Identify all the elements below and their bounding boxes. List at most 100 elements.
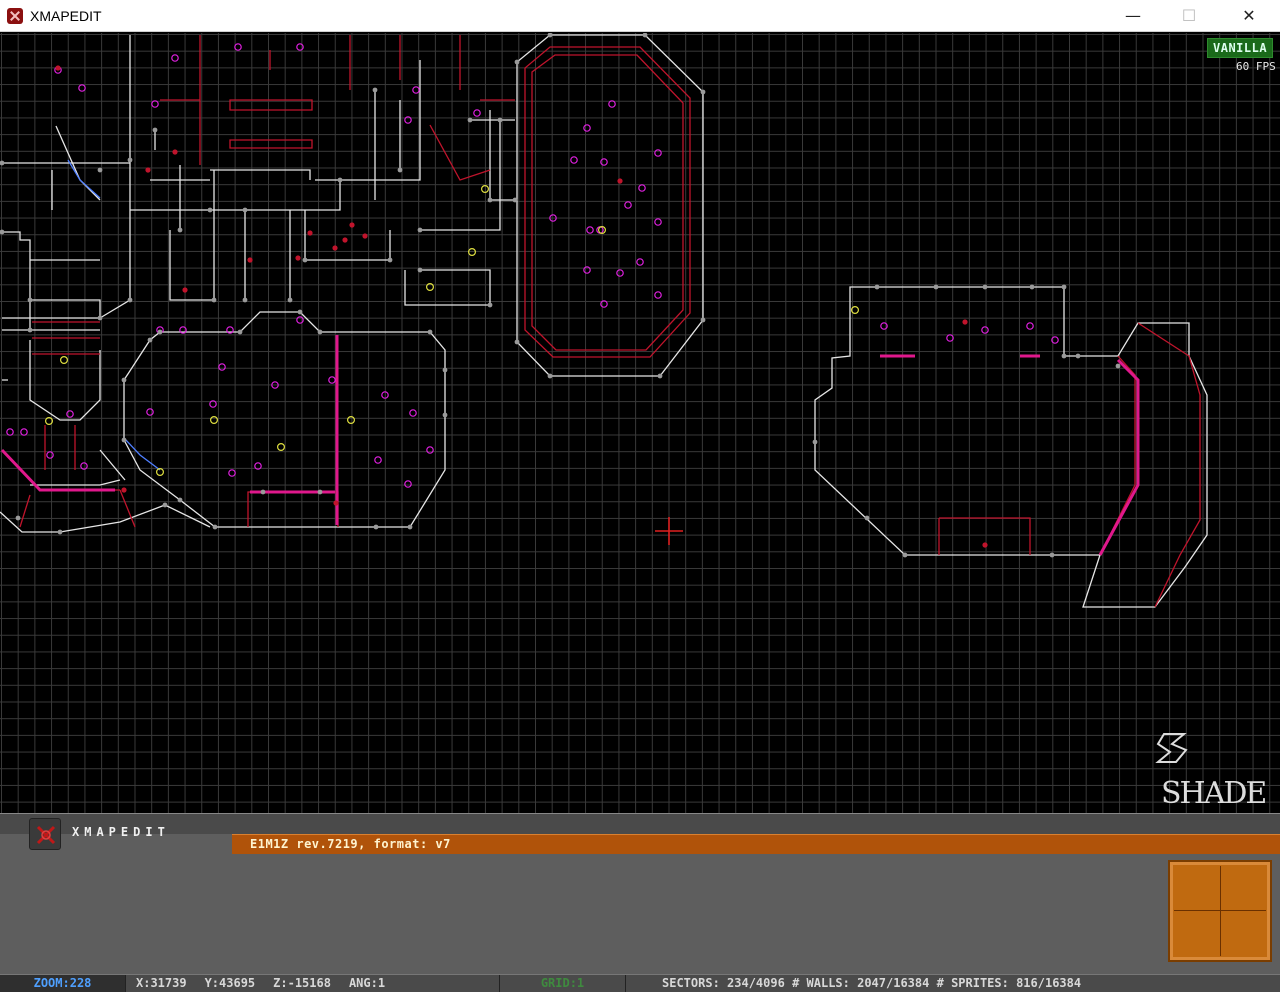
sprite-marker[interactable] (946, 334, 954, 342)
vertex-marker[interactable] (547, 373, 553, 379)
sprite-marker-yellow[interactable] (59, 356, 68, 365)
sprite-marker[interactable] (583, 266, 591, 274)
sprite-marker-red[interactable] (349, 222, 355, 228)
vertex-marker[interactable] (487, 197, 493, 203)
sprite-marker[interactable] (151, 100, 159, 108)
sprite-marker[interactable] (296, 43, 304, 51)
sprite-marker[interactable] (46, 451, 54, 459)
vertex-marker[interactable] (260, 489, 266, 495)
sprite-marker[interactable] (654, 149, 662, 157)
sprite-marker-red[interactable] (617, 178, 623, 184)
vertex-marker[interactable] (397, 167, 403, 173)
sprite-marker[interactable] (624, 201, 632, 209)
vertex-marker[interactable] (1029, 284, 1035, 290)
vertex-marker[interactable] (15, 515, 21, 521)
sprite-marker-red[interactable] (172, 149, 178, 155)
sprite-marker[interactable] (1051, 336, 1059, 344)
sprite-marker-red[interactable] (295, 255, 301, 261)
vertex-marker[interactable] (212, 524, 218, 530)
sprite-marker[interactable] (209, 400, 217, 408)
vertex-marker[interactable] (237, 329, 243, 335)
vertex-marker[interactable] (407, 524, 413, 530)
left-red-walls[interactable] (19, 35, 515, 528)
vertex-marker[interactable] (874, 284, 880, 290)
vertex-marker[interactable] (512, 197, 518, 203)
sprite-marker[interactable] (570, 156, 578, 164)
sprite-marker[interactable] (600, 158, 608, 166)
sprite-marker-red[interactable] (362, 233, 368, 239)
vertex-marker[interactable] (162, 502, 168, 508)
sprite-marker[interactable] (583, 124, 591, 132)
vertex-marker[interactable] (287, 297, 293, 303)
main-room-walls[interactable] (123, 311, 446, 528)
sprite-marker-red[interactable] (307, 230, 313, 236)
vertex-marker[interactable] (1061, 284, 1067, 290)
sprite-marker[interactable] (616, 269, 624, 277)
vertex-marker[interactable] (121, 437, 127, 443)
sprite-marker-yellow[interactable] (277, 443, 286, 452)
vertex-marker[interactable] (1115, 363, 1121, 369)
sprite-marker[interactable] (636, 258, 644, 266)
sprite-marker-red[interactable] (55, 65, 61, 71)
magenta-wall-left[interactable] (0, 448, 115, 492)
sprite-marker[interactable] (1026, 322, 1034, 330)
vertex-marker[interactable] (207, 207, 213, 213)
sprite-marker-red[interactable] (333, 500, 339, 506)
vertex-marker[interactable] (242, 297, 248, 303)
sprite-marker-yellow[interactable] (210, 416, 219, 425)
vertex-marker[interactable] (57, 529, 63, 535)
vertex-marker[interactable] (97, 167, 103, 173)
vertex-marker[interactable] (700, 89, 706, 95)
vertex-marker[interactable] (514, 339, 520, 345)
sprite-marker[interactable] (171, 54, 179, 62)
sprite-marker[interactable] (381, 391, 389, 399)
blue-line-2[interactable] (123, 437, 161, 471)
vertex-marker[interactable] (127, 157, 133, 163)
sprite-marker[interactable] (654, 218, 662, 226)
sprite-marker[interactable] (234, 43, 242, 51)
vertex-marker[interactable] (657, 373, 663, 379)
main-room-red-walls[interactable] (40, 50, 339, 528)
vertex-marker[interactable] (317, 329, 323, 335)
octagon-inner-ring-2[interactable] (531, 54, 684, 351)
vertex-marker[interactable] (812, 439, 818, 445)
vertex-marker[interactable] (427, 329, 433, 335)
sprite-marker[interactable] (404, 116, 412, 124)
vertex-marker[interactable] (1075, 353, 1081, 359)
vertex-marker[interactable] (1049, 552, 1055, 558)
sprite-marker-red[interactable] (145, 167, 151, 173)
vertex-marker[interactable] (27, 297, 33, 303)
magenta-wall-mid[interactable] (250, 335, 1040, 525)
sprite-marker-red[interactable] (962, 319, 968, 325)
vertex-marker[interactable] (417, 267, 423, 273)
sprite-marker[interactable] (328, 376, 336, 384)
sprite-marker[interactable] (608, 100, 616, 108)
vertex-marker[interactable] (442, 367, 448, 373)
sprite-marker[interactable] (20, 428, 28, 436)
right-room-red-walls[interactable] (938, 322, 1201, 608)
vertex-marker[interactable] (302, 257, 308, 263)
sprite-marker-red[interactable] (332, 245, 338, 251)
sprite-marker-yellow[interactable] (426, 283, 435, 292)
sprite-marker[interactable] (473, 109, 481, 117)
map-viewport[interactable]: VANILLA 60 FPS SHADE (0, 33, 1280, 813)
minimize-button[interactable]: — (1110, 0, 1156, 32)
sprite-marker[interactable] (254, 462, 262, 470)
vertex-marker[interactable] (121, 377, 127, 383)
sprite-marker[interactable] (80, 462, 88, 470)
vertex-marker[interactable] (417, 227, 423, 233)
sprite-marker[interactable] (586, 226, 594, 234)
left-structure-walls[interactable] (2, 35, 515, 421)
vertex-marker[interactable] (27, 327, 33, 333)
sprite-marker-yellow[interactable] (481, 185, 490, 194)
vertex-marker[interactable] (864, 515, 870, 521)
maximize-button[interactable]: ☐ (1166, 0, 1212, 32)
vertex-marker[interactable] (177, 227, 183, 233)
tile-preview[interactable] (1168, 860, 1272, 962)
vertex-marker[interactable] (211, 297, 217, 303)
vertex-marker[interactable] (700, 317, 706, 323)
sprite-marker-red[interactable] (982, 542, 988, 548)
sprite-marker[interactable] (981, 326, 989, 334)
sprite-marker[interactable] (374, 456, 382, 464)
vertex-marker[interactable] (152, 127, 158, 133)
